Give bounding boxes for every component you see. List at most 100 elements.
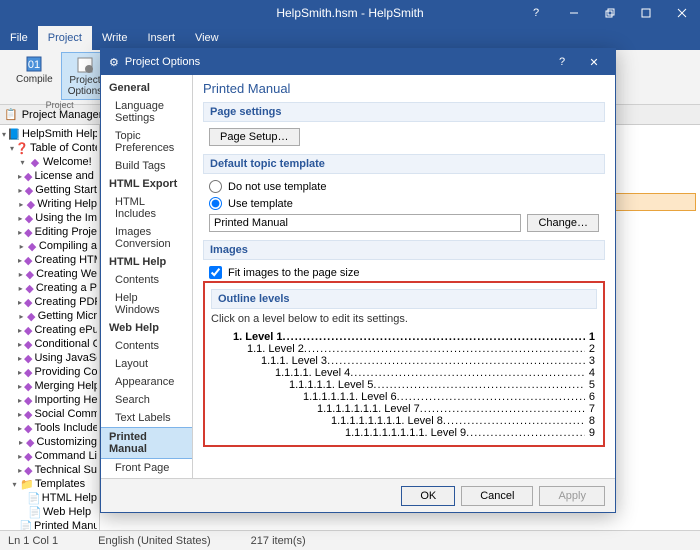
sidebar-item[interactable]: Search (101, 391, 192, 409)
outline-level-row[interactable]: 1.1.1.1. Level 4........................… (213, 367, 595, 379)
sidebar-item[interactable]: Images Conversion (101, 223, 192, 253)
tree-item[interactable]: ▸◆Social Comm (2, 407, 97, 421)
outline-level-row[interactable]: 1.1.1.1.1.1.1.1.1. Level 9..............… (213, 427, 595, 439)
tree-item[interactable]: ▸◆Creating HTM (2, 253, 97, 267)
sidebar-item[interactable]: Language Settings (101, 97, 192, 127)
maximize-button[interactable] (628, 0, 664, 26)
tree-item[interactable]: 📄Web Help (2, 505, 97, 519)
tree-item[interactable]: ▾📘HelpSmith Help (2, 127, 97, 141)
sidebar-item[interactable]: Contents (101, 337, 192, 355)
outline-level-row[interactable]: 1.1.1.1.1. Level 5......................… (213, 379, 595, 391)
expand-icon[interactable]: ▸ (18, 312, 25, 321)
expand-icon[interactable]: ▸ (18, 424, 22, 433)
outline-level-row[interactable]: 1.1.1. Level 3..........................… (213, 355, 595, 367)
expand-icon[interactable] (18, 494, 26, 503)
tree-item[interactable]: ▾❓Table of Content (2, 141, 97, 155)
sidebar-category[interactable]: General (101, 79, 192, 97)
sidebar-item[interactable]: Help Windows (101, 289, 192, 319)
expand-icon[interactable]: ▸ (18, 340, 22, 349)
expand-icon[interactable]: ▸ (18, 228, 22, 237)
expand-icon[interactable]: ▸ (18, 186, 23, 195)
tree-item[interactable]: ▸◆Writing Help (2, 197, 97, 211)
expand-icon[interactable]: ▸ (18, 242, 25, 251)
expand-icon[interactable]: ▸ (18, 452, 22, 461)
ok-button[interactable]: OK (401, 486, 455, 506)
radio-no-template[interactable] (209, 180, 222, 193)
expand-icon[interactable]: ▸ (18, 256, 22, 265)
outline-level-row[interactable]: 1.1.1.1.1.1. Level 6....................… (213, 391, 595, 403)
cancel-button[interactable]: Cancel (461, 486, 533, 506)
expand-icon[interactable]: ▸ (18, 382, 22, 391)
page-setup-button[interactable]: Page Setup… (209, 128, 300, 146)
tree-item[interactable]: 📄Printed Manu (2, 519, 97, 530)
apply-button[interactable]: Apply (539, 486, 605, 506)
expand-icon[interactable]: ▸ (18, 284, 23, 293)
tree-item[interactable]: ▸◆Using the Im (2, 211, 97, 225)
expand-icon[interactable]: ▸ (18, 326, 22, 335)
tree-item[interactable]: ▸◆Tools Include (2, 421, 97, 435)
sidebar-category[interactable]: Web Help (101, 319, 192, 337)
expand-icon[interactable]: ▸ (18, 410, 22, 419)
sidebar-item[interactable]: Text Labels (101, 409, 192, 427)
sidebar-category[interactable]: HTML Help (101, 253, 192, 271)
expand-icon[interactable]: ▸ (18, 214, 23, 223)
sidebar-item[interactable]: HTML Includes (101, 193, 192, 223)
menu-write[interactable]: Write (92, 26, 137, 50)
tree-item[interactable]: ▸◆Editing Proje (2, 225, 97, 239)
tree-item[interactable]: ▸◆Getting Start (2, 183, 97, 197)
expand-icon[interactable]: ▸ (18, 172, 22, 181)
expand-icon[interactable]: ▸ (18, 200, 25, 209)
sidebar-item[interactable]: Layout (101, 355, 192, 373)
tree-item[interactable]: ▸◆Using JavaSc (2, 351, 97, 365)
expand-icon[interactable]: ▸ (18, 298, 22, 307)
expand-icon[interactable]: ▾ (2, 130, 6, 139)
tree-item[interactable]: ▸◆Creating We (2, 267, 97, 281)
sidebar-item[interactable]: Front Page (101, 459, 192, 477)
tree-item[interactable]: ▾◆Welcome! (2, 155, 97, 169)
tree-item[interactable]: ▸◆Providing Co (2, 365, 97, 379)
expand-icon[interactable]: ▸ (18, 438, 24, 447)
tree-item[interactable]: ▸◆Creating PDF (2, 295, 97, 309)
sidebar-item[interactable]: Appearance (101, 373, 192, 391)
template-field[interactable] (209, 214, 521, 232)
tree-item[interactable]: ▸◆Getting Micr (2, 309, 97, 323)
menu-view[interactable]: View (185, 26, 229, 50)
sidebar-item[interactable]: Contents (101, 271, 192, 289)
checkbox-fit-images[interactable] (209, 266, 222, 279)
expand-icon[interactable] (18, 508, 27, 517)
tree-item[interactable]: ▸◆License and C (2, 169, 97, 183)
tree-item[interactable]: ▸◆Merging Help (2, 379, 97, 393)
restore-button[interactable] (592, 0, 628, 26)
outline-level-row[interactable]: 1.1.1.1.1.1.1.1. Level 8................… (213, 415, 595, 427)
expand-icon[interactable]: ▸ (18, 368, 22, 377)
sidebar-category[interactable]: HTML Export (101, 175, 192, 193)
tree-item[interactable]: ▾📁Templates (2, 477, 97, 491)
sidebar-category[interactable]: Printed Manual (101, 427, 192, 459)
menu-file[interactable]: File (0, 26, 38, 50)
expand-icon[interactable]: ▾ (10, 480, 19, 489)
outline-level-row[interactable]: 1.1.1.1.1.1.1. Level 7..................… (213, 403, 595, 415)
tree-item[interactable]: ▸◆Compiling a (2, 239, 97, 253)
compile-button[interactable]: 01 Compile (10, 52, 59, 100)
tree-item[interactable]: ▸◆Creating ePu (2, 323, 97, 337)
change-template-button[interactable]: Change… (527, 214, 599, 232)
sidebar-item[interactable]: Build Tags (101, 157, 192, 175)
dialog-help-button[interactable]: ? (549, 49, 575, 75)
help-icon[interactable]: ? (522, 0, 550, 26)
expand-icon[interactable]: ▾ (18, 158, 27, 167)
tree-item[interactable]: ▸◆Conditional C (2, 337, 97, 351)
expand-icon[interactable]: ▸ (18, 270, 24, 279)
expand-icon[interactable]: ▸ (18, 466, 22, 475)
expand-icon[interactable]: ▸ (18, 354, 22, 363)
sidebar-item[interactable]: Topic Preferences (101, 127, 192, 157)
expand-icon[interactable]: ▾ (10, 144, 14, 153)
close-button[interactable] (664, 0, 700, 26)
tree-item[interactable]: ▸◆Technical Su (2, 463, 97, 477)
outline-level-row[interactable]: 1. Level 1..............................… (213, 331, 595, 343)
tree-item[interactable]: ▸◆Creating a P (2, 281, 97, 295)
radio-use-template[interactable] (209, 197, 222, 210)
menu-insert[interactable]: Insert (137, 26, 185, 50)
tree-item[interactable]: ▸◆Customizing (2, 435, 97, 449)
minimize-button[interactable] (556, 0, 592, 26)
menu-project[interactable]: Project (38, 26, 92, 50)
